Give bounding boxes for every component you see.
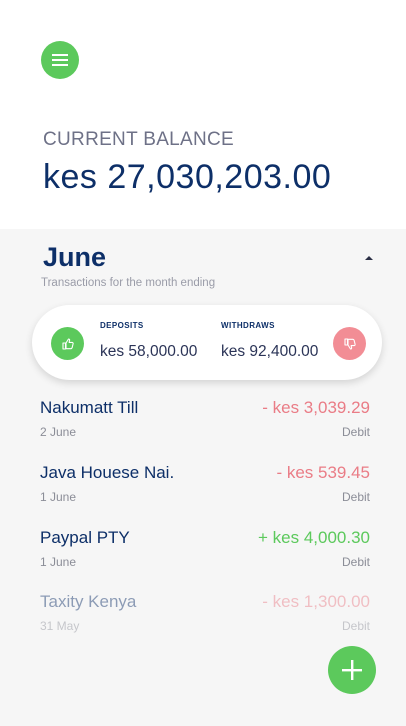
balance-value: kes 27,030,203.00 [43, 158, 332, 196]
transaction-amount: - kes 539.45 [276, 463, 370, 482]
transaction-name: Nakumatt Till [40, 398, 139, 417]
transaction-type: Debit [341, 555, 370, 569]
deposits-value: kes 58,000.00 [100, 343, 198, 360]
withdraws-value: kes 92,400.00 [221, 343, 319, 360]
transaction-amount: + kes 4,000.30 [257, 528, 370, 547]
hamburger-menu-icon [52, 54, 68, 66]
plus-icon [342, 660, 362, 680]
month-subtitle: Transactions for the month ending [41, 277, 216, 289]
menu-button[interactable] [41, 41, 79, 79]
transaction-amount: - kes 3,039.29 [262, 398, 370, 417]
summary-card: DEPOSITS kes 58,000.00 WITHDRAWS kes 92,… [32, 305, 382, 380]
transaction-name: Taxity Kenya [40, 592, 137, 611]
transaction-type: Debit [341, 425, 370, 439]
transaction-type: Debit [341, 490, 370, 504]
transaction-type: Debit [341, 619, 370, 633]
withdraws-badge [333, 327, 366, 360]
transaction-date: 2 June [40, 425, 77, 439]
thumbs-down-icon [343, 337, 356, 350]
deposits-badge [51, 327, 84, 360]
transaction-amount: - kes 1,300.00 [262, 592, 370, 611]
add-transaction-button[interactable] [328, 646, 376, 694]
transaction-row[interactable]: Nakumatt Till - kes 3,039.29 2 June Debi… [40, 398, 370, 448]
transaction-date: 31 May [40, 619, 80, 633]
deposits-label: DEPOSITS [100, 321, 144, 330]
balance-label: CURRENT BALANCE [43, 129, 235, 150]
transaction-row[interactable]: Java Houese Nai. - kes 539.45 1 June Deb… [40, 463, 370, 513]
caret-up-icon[interactable] [363, 254, 375, 262]
header-section: CURRENT BALANCE kes 27,030,203.00 [0, 0, 406, 229]
thumbs-up-icon [61, 337, 74, 350]
transaction-row[interactable]: Paypal PTY + kes 4,000.30 1 June Debit [40, 528, 370, 578]
transaction-name: Paypal PTY [40, 528, 130, 547]
transaction-row[interactable]: Taxity Kenya - kes 1,300.00 31 May Debit [40, 592, 370, 642]
transaction-name: Java Houese Nai. [40, 463, 175, 482]
withdraws-label: WITHDRAWS [221, 321, 275, 330]
transaction-date: 1 June [40, 555, 77, 569]
transaction-date: 1 June [40, 490, 77, 504]
month-title: June [43, 242, 107, 272]
